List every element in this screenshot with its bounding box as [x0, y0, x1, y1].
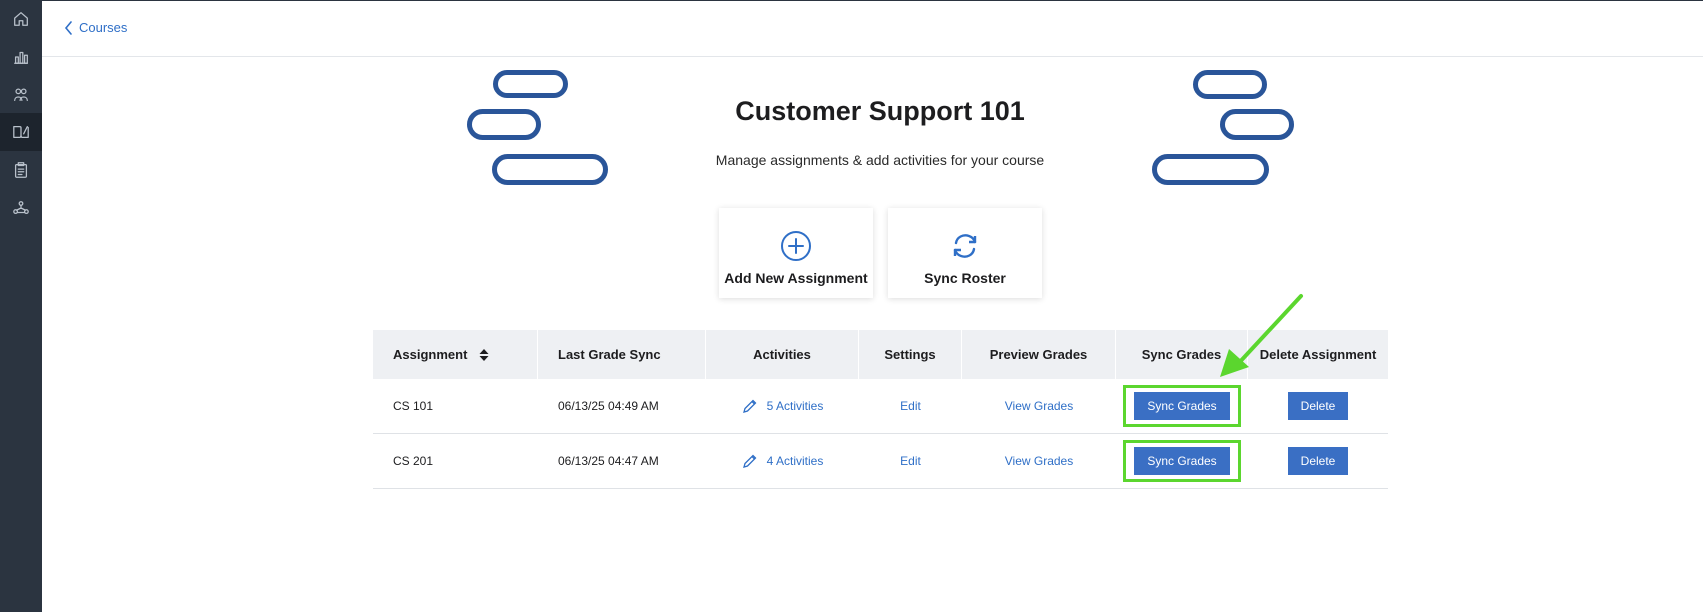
view-grades-link[interactable]: View Grades — [1005, 399, 1073, 413]
sidebar-item-home[interactable] — [0, 0, 42, 38]
sync-roster-card[interactable]: Sync Roster — [888, 208, 1042, 298]
sync-grades-highlight: Sync Grades — [1123, 385, 1241, 427]
sync-icon — [953, 234, 977, 258]
edit-settings-link[interactable]: Edit — [900, 454, 921, 468]
activities-count: 4 Activities — [766, 454, 824, 468]
column-header-preview-grades: Preview Grades — [962, 330, 1116, 379]
activities-link[interactable]: 4 Activities — [742, 453, 824, 469]
column-header-last-grade-sync: Last Grade Sync — [538, 330, 706, 379]
decorative-pill — [1193, 70, 1267, 99]
column-header-assignment[interactable]: Assignment — [373, 330, 538, 379]
last-grade-sync: 06/13/25 04:47 AM — [558, 454, 659, 468]
column-header-settings: Settings — [859, 330, 962, 379]
home-icon — [14, 12, 28, 26]
add-new-assignment-label: Add New Assignment — [724, 270, 868, 286]
page-subtitle: Manage assignments & add activities for … — [715, 152, 1045, 168]
activities-count: 5 Activities — [766, 399, 824, 413]
sidebar-item-teams[interactable] — [0, 189, 42, 227]
delete-button[interactable]: Delete — [1287, 392, 1349, 420]
sort-icon[interactable] — [479, 348, 489, 362]
page-title: Customer Support 101 — [735, 96, 1025, 126]
chevron-left-icon — [64, 20, 72, 35]
sync-grades-highlight: Sync Grades — [1123, 440, 1241, 482]
last-grade-sync: 06/13/25 04:49 AM — [558, 399, 659, 413]
bar-chart-icon — [14, 51, 28, 64]
column-header-activities: Activities — [706, 330, 859, 379]
sidebar — [0, 0, 42, 612]
top-bar: Courses — [42, 0, 1703, 57]
delete-button[interactable]: Delete — [1287, 447, 1349, 475]
sync-grades-button[interactable]: Sync Grades — [1134, 392, 1230, 420]
sidebar-item-reports[interactable] — [0, 38, 42, 76]
table-row: CS 101 06/13/25 04:49 AM 5 Activities Ed… — [373, 379, 1388, 434]
view-grades-link[interactable]: View Grades — [1005, 454, 1073, 468]
pencil-icon — [742, 399, 757, 413]
back-to-courses-link[interactable]: Courses — [64, 20, 127, 35]
table-row: CS 201 06/13/25 04:47 AM 4 Activities Ed… — [373, 434, 1388, 489]
back-link-label: Courses — [79, 20, 128, 35]
assignment-name: CS 101 — [393, 399, 434, 413]
decorative-pill — [493, 70, 568, 98]
add-new-assignment-card[interactable]: Add New Assignment — [719, 208, 873, 298]
annotation-arrow-icon — [1220, 294, 1303, 377]
activities-link[interactable]: 5 Activities — [742, 398, 824, 414]
sync-roster-label: Sync Roster — [924, 270, 1006, 286]
assignment-name: CS 201 — [393, 454, 434, 468]
pencil-icon — [742, 454, 757, 468]
sync-grades-button[interactable]: Sync Grades — [1134, 447, 1230, 475]
column-header-label: Assignment — [393, 347, 468, 362]
plus-circle-icon — [781, 231, 811, 261]
network-icon — [13, 201, 29, 215]
edit-settings-link[interactable]: Edit — [900, 399, 921, 413]
